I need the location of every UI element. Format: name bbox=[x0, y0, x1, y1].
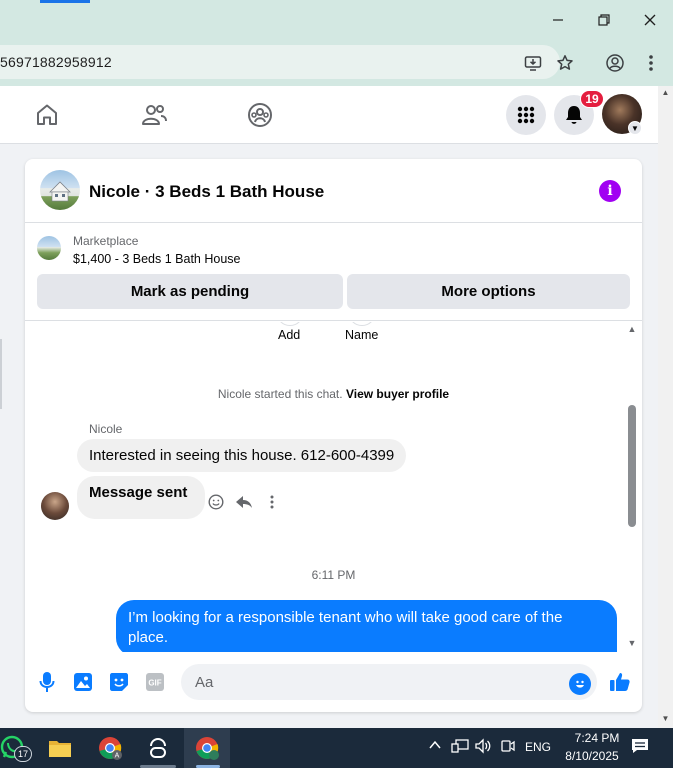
whatsapp-unread-badge: 17 bbox=[14, 746, 32, 762]
copilot-app-icon[interactable] bbox=[135, 728, 181, 768]
page-scroll-up-icon[interactable]: ▲ bbox=[658, 88, 673, 97]
message-sent-text: Message sent bbox=[89, 484, 188, 501]
facebook-header: 19 ▼ bbox=[0, 86, 658, 144]
chat-info-icon[interactable]: i bbox=[599, 180, 621, 202]
svg-text:A: A bbox=[115, 753, 120, 760]
friends-icon[interactable] bbox=[139, 100, 169, 130]
chrome-taskbar-app-icon[interactable]: A bbox=[87, 728, 133, 768]
chat-started-notice: Nicole started this chat. View buyer pro… bbox=[25, 387, 642, 401]
message-thread: Add Name Nicole started this chat. View … bbox=[25, 322, 642, 652]
marketplace-listing-card: Marketplace $1,400 - 3 Beds 1 Bath House… bbox=[25, 224, 642, 321]
show-hidden-icons-chevron-icon[interactable] bbox=[428, 738, 442, 755]
message-composer: GIF bbox=[25, 652, 642, 712]
notification-center-icon[interactable] bbox=[631, 738, 649, 757]
active-tab-indicator[interactable] bbox=[40, 0, 90, 3]
mark-as-pending-button[interactable]: Mark as pending bbox=[37, 274, 343, 309]
install-app-icon[interactable] bbox=[522, 52, 544, 74]
notification-count-badge: 19 bbox=[580, 90, 604, 108]
profile-icon[interactable] bbox=[604, 52, 626, 74]
left-panel-edge bbox=[0, 144, 10, 728]
reply-icon[interactable] bbox=[234, 492, 254, 512]
sticker-icon[interactable] bbox=[107, 670, 131, 694]
listing-price-title[interactable]: $1,400 - 3 Beds 1 Bath House bbox=[73, 252, 240, 266]
page-scrollbar[interactable]: ▲ ▼ bbox=[658, 86, 673, 728]
photo-icon[interactable] bbox=[71, 670, 95, 694]
chat-window: Nicole · 3 Beds 1 Bath House i Marketpla… bbox=[25, 159, 642, 712]
svg-text:GIF: GIF bbox=[148, 679, 161, 688]
profile-actions: Add Name bbox=[25, 322, 642, 352]
sender-name: Nicole bbox=[89, 422, 123, 436]
message-input[interactable] bbox=[181, 664, 597, 700]
more-options-button[interactable]: More options bbox=[347, 274, 630, 309]
home-icon[interactable] bbox=[32, 100, 62, 130]
browser-menu-icon[interactable] bbox=[640, 52, 662, 74]
address-bar-row: 56971882958912 bbox=[0, 40, 673, 86]
incoming-message-bubble[interactable]: Interested in seeing this house. 612-600… bbox=[77, 439, 407, 472]
url-text: 56971882958912 bbox=[0, 54, 112, 70]
restore-icon[interactable] bbox=[589, 6, 619, 34]
chat-scrollbar-thumb[interactable] bbox=[628, 405, 636, 527]
taskbar-clock-time[interactable]: 7:24 PM bbox=[567, 731, 627, 745]
view-buyer-profile-link[interactable]: View buyer profile bbox=[346, 387, 449, 401]
browser-titlebar bbox=[0, 0, 673, 40]
marketplace-listing-thumbnail[interactable] bbox=[37, 236, 61, 260]
taskbar-clock-date[interactable]: 8/10/2025 bbox=[557, 749, 627, 763]
chrome-profile-taskbar-app-icon[interactable] bbox=[184, 728, 230, 768]
input-language-indicator[interactable]: ENG bbox=[525, 740, 551, 754]
windows-taskbar: 17 A ENG 7:24 PM 8/10/2025 bbox=[0, 728, 673, 768]
name-profile-icon[interactable] bbox=[348, 322, 376, 326]
microphone-icon[interactable] bbox=[35, 670, 59, 694]
outgoing-message-bubble[interactable]: I’m looking for a responsible tenant who… bbox=[116, 600, 617, 652]
network-icon[interactable] bbox=[451, 738, 469, 757]
name-label[interactable]: Name bbox=[345, 328, 378, 342]
chat-header: Nicole · 3 Beds 1 Bath House i bbox=[25, 159, 642, 223]
page-scroll-down-icon[interactable]: ▼ bbox=[658, 714, 673, 723]
file-explorer-folder-icon[interactable] bbox=[37, 728, 83, 768]
chat-title[interactable]: Nicole · 3 Beds 1 Bath House bbox=[89, 182, 324, 202]
menu-grid-icon[interactable] bbox=[506, 95, 546, 135]
volume-icon[interactable] bbox=[474, 738, 492, 757]
message-timestamp: 6:11 PM bbox=[311, 568, 356, 582]
bookmark-star-icon[interactable] bbox=[554, 52, 576, 74]
left-panel-divider bbox=[0, 339, 2, 409]
marketplace-label: Marketplace bbox=[73, 234, 139, 248]
like-thumbs-up-icon[interactable] bbox=[608, 670, 632, 694]
chat-started-text: Nicole started this chat. bbox=[217, 387, 343, 401]
scroll-down-arrow-icon[interactable]: ▼ bbox=[627, 638, 637, 648]
add-label[interactable]: Add bbox=[278, 328, 300, 342]
listing-thumbnail[interactable] bbox=[40, 170, 80, 210]
emoji-icon[interactable] bbox=[569, 673, 591, 695]
close-icon[interactable] bbox=[635, 6, 665, 34]
sender-avatar[interactable] bbox=[41, 492, 69, 520]
minimize-icon[interactable] bbox=[543, 6, 573, 34]
account-chevron-down-icon[interactable]: ▼ bbox=[628, 121, 642, 135]
react-smiley-icon[interactable] bbox=[206, 492, 226, 512]
address-bar[interactable]: 56971882958912 bbox=[0, 45, 560, 79]
scroll-up-arrow-icon[interactable]: ▲ bbox=[627, 324, 637, 334]
gif-icon[interactable]: GIF bbox=[143, 670, 167, 694]
battery-meet-icon[interactable] bbox=[500, 738, 516, 757]
add-friend-icon[interactable] bbox=[276, 322, 304, 326]
groups-icon[interactable] bbox=[245, 100, 275, 130]
incoming-message-bubble[interactable]: Message sent bbox=[77, 476, 206, 519]
more-actions-icon[interactable] bbox=[262, 492, 282, 512]
